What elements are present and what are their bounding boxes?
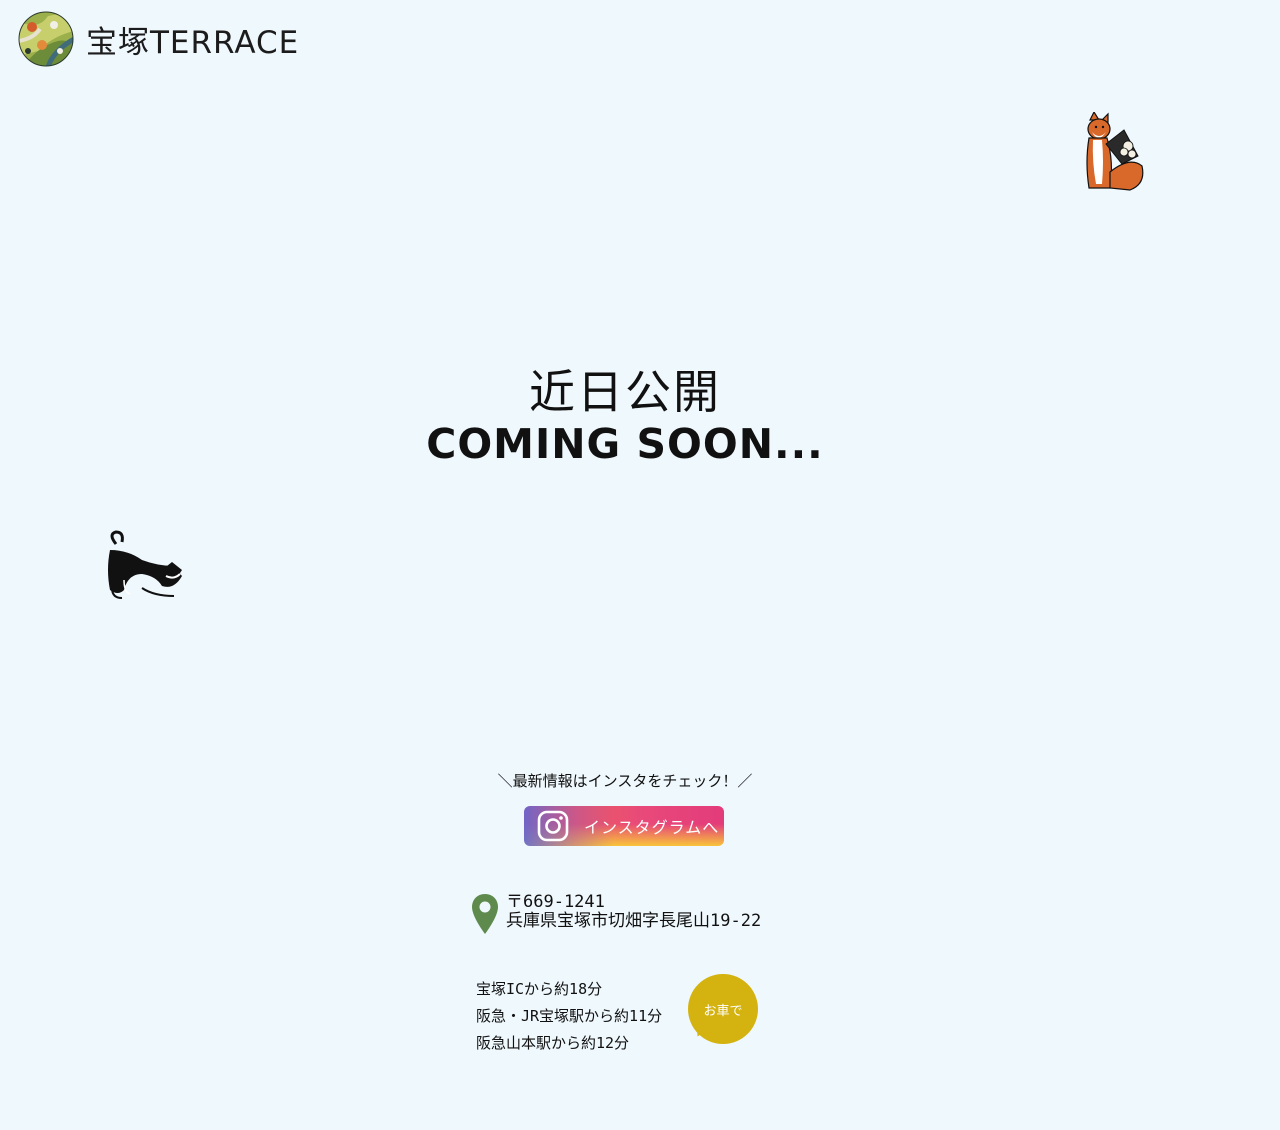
instagram-button[interactable]: インスタグラムへ	[524, 806, 724, 846]
by-car-badge: お車で	[688, 974, 758, 1044]
instagram-note: ＼最新情報はインスタをチェック！／	[497, 772, 753, 790]
logo-emblem-icon	[18, 11, 74, 67]
site-logo[interactable]: 宝塚TERRACE	[18, 11, 299, 67]
black-dog-stretching-illustration	[108, 530, 182, 599]
street-address: 兵庫県宝塚市切畑字長尾山19-22	[506, 911, 762, 931]
logo-text: 宝塚TERRACE	[86, 24, 300, 61]
access-item: 阪急・JR宝塚駅から約11分	[476, 1007, 663, 1025]
headline-en: COMING SOON...	[426, 420, 824, 468]
access-item: 宝塚ICから約18分	[476, 980, 603, 998]
address-block: 〒669-1241 兵庫県宝塚市切畑字長尾山19-22	[470, 893, 761, 935]
coming-soon-headline: 近日公開 COMING SOON...	[0, 362, 1250, 466]
shiba-dog-sitting-illustration	[1086, 112, 1144, 191]
headline-jp: 近日公開	[529, 365, 721, 419]
address-text: 〒669-1241 兵庫県宝塚市切畑字長尾山19-22	[506, 893, 761, 931]
instagram-button-label: インスタグラムへ	[584, 818, 720, 837]
access-list: 宝塚ICから約18分 阪急・JR宝塚駅から約11分 阪急山本駅から約12分	[476, 976, 662, 1057]
access-item: 阪急山本駅から約12分	[476, 1034, 630, 1052]
map-pin-icon	[472, 894, 498, 934]
postal-code: 〒669-1241	[506, 892, 605, 912]
instagram-icon	[537, 810, 569, 842]
